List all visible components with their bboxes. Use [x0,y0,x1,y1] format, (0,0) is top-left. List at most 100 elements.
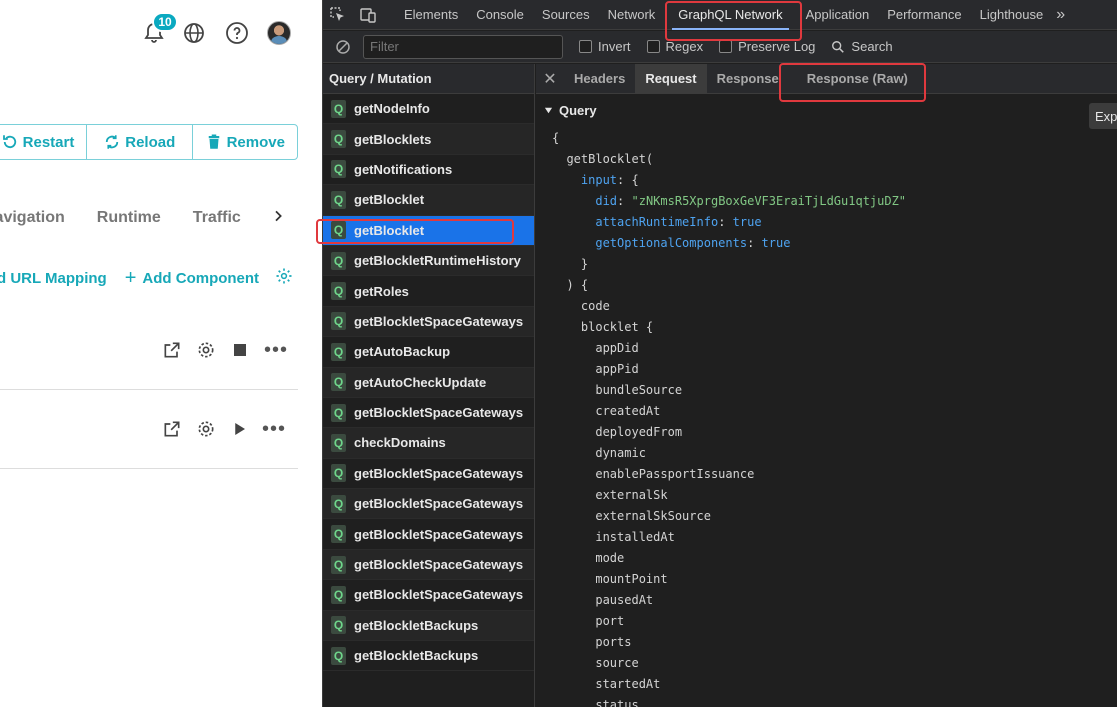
gear-icon[interactable] [196,419,216,439]
stop-icon[interactable] [234,344,246,356]
checkbox-box [719,40,733,53]
gear-icon[interactable] [275,267,293,285]
filter-input[interactable] [363,34,563,59]
devtools: Elements Console Sources Network GraphQL… [316,0,1117,707]
query-list-item[interactable]: QgetBlockletSpaceGateways [323,306,534,338]
query-name: getBlockletSpaceGateways [354,496,524,512]
triangle-down-icon [544,107,553,114]
query-list-item[interactable]: QgetNotifications [323,155,534,186]
tab-headers[interactable]: Headers [564,64,635,94]
query-list-item[interactable]: QgetBlockletBackups [323,610,534,642]
tab-runtime[interactable]: Runtime [97,209,161,227]
tab-graphql-network[interactable]: GraphQL Network [664,0,796,30]
query-section-label: Query [559,103,597,118]
tab-console[interactable]: Console [467,0,533,30]
query-list-item[interactable]: QgetBlockletSpaceGateways [323,489,534,520]
query-list-item[interactable]: QcheckDomains [323,428,534,459]
query-name: getNotifications [354,161,453,177]
search-button[interactable]: Search [831,39,893,54]
export-button[interactable]: Export [1089,103,1117,129]
detail-pane: ✕ Headers Request Response Response (Raw… [536,63,1117,707]
help-icon[interactable] [224,20,250,46]
code-line: mountPoint [595,572,668,586]
query-list-item[interactable]: QgetBlockletSpaceGateways [323,519,534,550]
query-list-item[interactable]: QgetAutoBackup [323,337,534,368]
gear-icon[interactable] [196,340,216,360]
query-section-toggle[interactable]: Query [544,103,597,118]
query-list-item[interactable]: QgetBlocklet [323,215,534,246]
add-url-mapping-link[interactable]: Add URL Mapping [0,270,107,287]
tab-performance[interactable]: Performance [878,0,970,30]
tab-request[interactable]: Request [635,63,707,94]
query-list-item[interactable]: QgetBlocklet [323,185,534,216]
tab-traffic[interactable]: Traffic [193,209,241,227]
open-external-icon[interactable] [162,419,182,439]
code-line: createdAt [595,404,661,418]
query-list-item[interactable]: QgetBlocklets [323,124,534,155]
query-type-badge: Q [331,373,346,392]
inspect-icon[interactable] [323,0,353,30]
clear-icon[interactable] [335,39,351,55]
trash-icon [208,134,219,149]
query-name: getBlockletSpaceGateways [354,313,524,329]
avatar[interactable] [267,21,291,45]
query-type-badge: Q [331,282,346,301]
more-icon[interactable]: ••• [262,419,286,439]
query-list-item[interactable]: QgetBlockletSpaceGateways [323,459,534,490]
query-type-badge: Q [331,190,346,209]
query-type-badge: Q [331,585,346,604]
add-component-link[interactable]: Add Component [142,270,259,287]
query-list-item[interactable]: QgetBlockletBackups [323,641,534,672]
query-name: getBlockletSpaceGateways [354,405,524,421]
search-icon [832,40,845,53]
query-name: getBlocklet [354,222,425,238]
query-type-badge: Q [331,464,346,483]
restart-button[interactable]: Restart [0,125,87,159]
query-list-item[interactable]: QgetNodeInfo [323,94,534,125]
regex-checkbox[interactable]: Regex [646,39,703,54]
code-line: deployedFrom [595,425,683,439]
query-type-badge: Q [331,494,346,513]
remove-label: Remove [226,133,285,151]
code-line: pausedAt [595,593,654,607]
chevron-right-icon[interactable] [270,208,286,229]
tab-navigation[interactable]: Navigation [0,209,65,227]
code-line: mode [595,551,625,565]
tab-elements[interactable]: Elements [395,0,467,30]
query-type-badge: Q [331,99,346,118]
tab-lighthouse[interactable]: Lighthouse [971,0,1053,30]
query-list-item[interactable]: QgetBlockletSpaceGateways [323,398,534,429]
more-icon[interactable]: ••• [264,340,288,360]
remove-button[interactable]: Remove [193,125,298,159]
query-type-badge: Q [331,646,346,665]
more-tabs-icon[interactable]: » [1052,0,1069,30]
close-icon[interactable]: ✕ [536,69,564,89]
code-line: source [595,656,639,670]
open-external-icon[interactable] [162,340,182,360]
code-line: port [595,614,625,628]
tab-response-raw[interactable]: Response (Raw) [797,64,918,94]
query-name: getBlocklets [354,131,432,147]
query-list-item[interactable]: QgetBlockletSpaceGateways [323,580,534,611]
invert-checkbox[interactable]: Invert [579,39,631,54]
query-list-item[interactable]: QgetBlockletSpaceGateways [323,549,534,581]
tab-network[interactable]: Network [599,0,665,30]
globe-icon[interactable] [181,20,207,46]
play-icon[interactable] [230,420,248,438]
tab-sources[interactable]: Sources [533,0,599,30]
query-list-item[interactable]: QgetRoles [323,276,534,307]
reload-button[interactable]: Reload [87,125,193,159]
reload-icon [106,135,119,149]
tab-response[interactable]: Response [707,64,789,94]
invert-label: Invert [598,39,631,54]
code-line: code [580,299,610,313]
code-line: input: { [580,173,639,187]
devtools-tab-bar: Elements Console Sources Network GraphQL… [323,0,1117,30]
tab-application[interactable]: Application [797,0,879,30]
query-name: getBlockletSpaceGateways [354,465,524,481]
preserve-log-label: Preserve Log [738,39,816,54]
query-list-item[interactable]: QgetBlockletRuntimeHistory [323,245,534,277]
device-toggle-icon[interactable] [353,0,383,30]
preserve-log-checkbox[interactable]: Preserve Log [719,39,815,54]
query-list-item[interactable]: QgetAutoCheckUpdate [323,367,534,398]
